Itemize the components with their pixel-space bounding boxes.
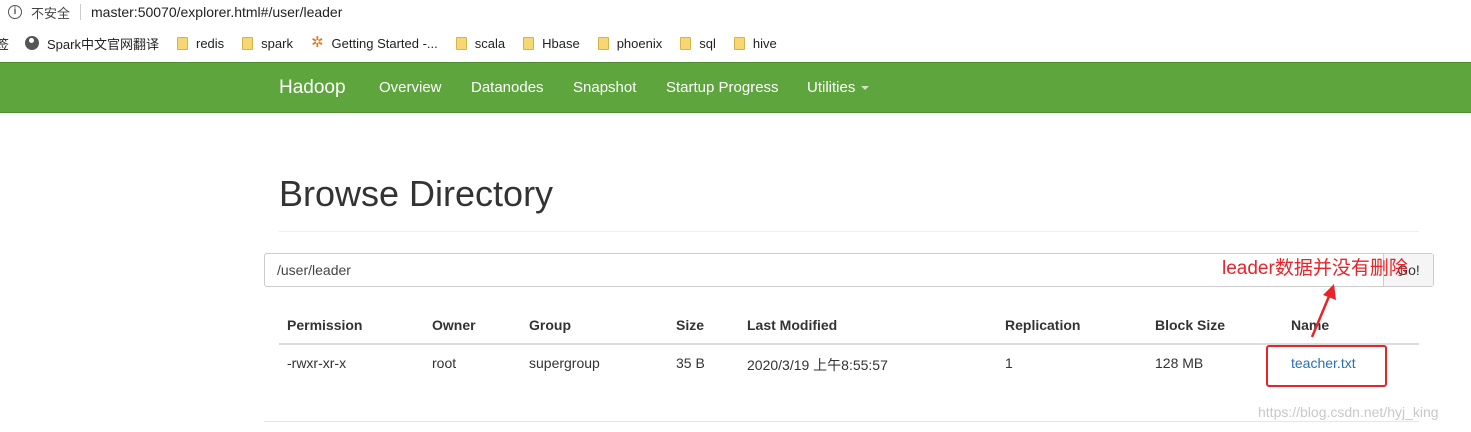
bookmarks-bar: 签 Spark中文官网翻译 redis spark ✲ Getting Star… (0, 30, 1471, 56)
bookmark-item[interactable]: sql (680, 36, 716, 51)
page-title: Browse Directory (279, 173, 554, 214)
bookmark-label: scala (474, 35, 506, 51)
header-size: Size (676, 317, 705, 333)
cell-size: 35 B (676, 355, 705, 371)
bookmark-item[interactable]: scala (455, 35, 506, 51)
bookmark-label: Getting Started -... (331, 35, 438, 51)
nav-datanodes[interactable]: Datanodes (471, 79, 544, 96)
bookmark-label: spark (261, 35, 293, 51)
header-permission: Permission (287, 317, 363, 333)
nav-snapshot[interactable]: Snapshot (573, 79, 636, 96)
url-text[interactable]: master:50070/explorer.html#/user/leader (91, 4, 342, 20)
security-label: 不安全 (31, 5, 71, 21)
bookmark-item[interactable]: ✲ Getting Started -... (310, 34, 438, 51)
bookmark-item[interactable]: hive (733, 35, 777, 51)
star-icon: ✲ (310, 34, 324, 51)
path-input[interactable] (265, 254, 1385, 286)
cell-last-modified: 2020/3/19 上午8:55:57 (747, 357, 888, 373)
bookmark-item[interactable]: 签 (0, 34, 9, 53)
header-block-size: Block Size (1155, 317, 1226, 333)
bookmark-label: sql (699, 35, 716, 51)
navbar: Hadoop Overview Datanodes Snapshot Start… (0, 62, 1471, 113)
watermark: https://blog.csdn.net/hyj_king (1258, 404, 1439, 420)
header-owner: Owner (432, 317, 476, 333)
bookmark-label: 签 (0, 36, 10, 52)
folder-icon (176, 36, 188, 50)
bookmark-item[interactable]: Hbase (523, 36, 580, 51)
nav-brand[interactable]: Hadoop (279, 77, 346, 99)
bookmark-item[interactable]: Spark中文官网翻译 (25, 34, 159, 53)
nav-utilities[interactable]: Utilities (807, 79, 870, 96)
bookmark-item[interactable]: phoenix (597, 35, 663, 51)
annotation-arrow-icon (1310, 284, 1336, 338)
globe-icon (25, 36, 40, 50)
header-replication: Replication (1005, 317, 1081, 333)
bookmark-item[interactable]: redis (176, 35, 225, 51)
info-icon[interactable]: i (8, 5, 22, 19)
bookmark-label: Hbase (542, 35, 580, 51)
bookmark-item[interactable]: spark (242, 36, 293, 51)
folder-icon (242, 36, 254, 50)
folder-icon (680, 36, 692, 50)
nav-utilities-label: Utilities (807, 79, 856, 96)
table-header-divider (279, 343, 1419, 345)
table-bottom-line (264, 421, 1419, 422)
cell-block-size: 128 MB (1155, 355, 1204, 371)
nav-startup-progress[interactable]: Startup Progress (666, 79, 779, 96)
folder-icon (455, 36, 467, 50)
header-group: Group (529, 317, 571, 333)
divider (279, 231, 1419, 232)
address-bar[interactable]: i 不安全 master:50070/explorer.html#/user/l… (0, 0, 1471, 24)
bookmark-label: Spark中文官网翻译 (47, 36, 159, 52)
bookmark-label: hive (752, 35, 777, 51)
bookmark-label: redis (195, 35, 225, 51)
bookmark-label: phoenix (616, 35, 663, 51)
caret-down-icon (861, 86, 870, 91)
cell-owner: root (432, 355, 457, 371)
folder-icon (597, 36, 609, 50)
folder-icon (733, 36, 745, 50)
cell-replication: 1 (1005, 355, 1013, 371)
nav-overview[interactable]: Overview (379, 79, 442, 96)
cell-group: supergroup (529, 355, 600, 371)
folder-icon (523, 36, 535, 50)
cell-permission: -rwxr-xr-x (287, 355, 347, 371)
annotation-text: leader数据并没有删除 (1222, 258, 1408, 279)
address-separator (80, 4, 82, 20)
annotation-highlight-box (1266, 345, 1387, 387)
header-last-modified: Last Modified (747, 317, 838, 333)
